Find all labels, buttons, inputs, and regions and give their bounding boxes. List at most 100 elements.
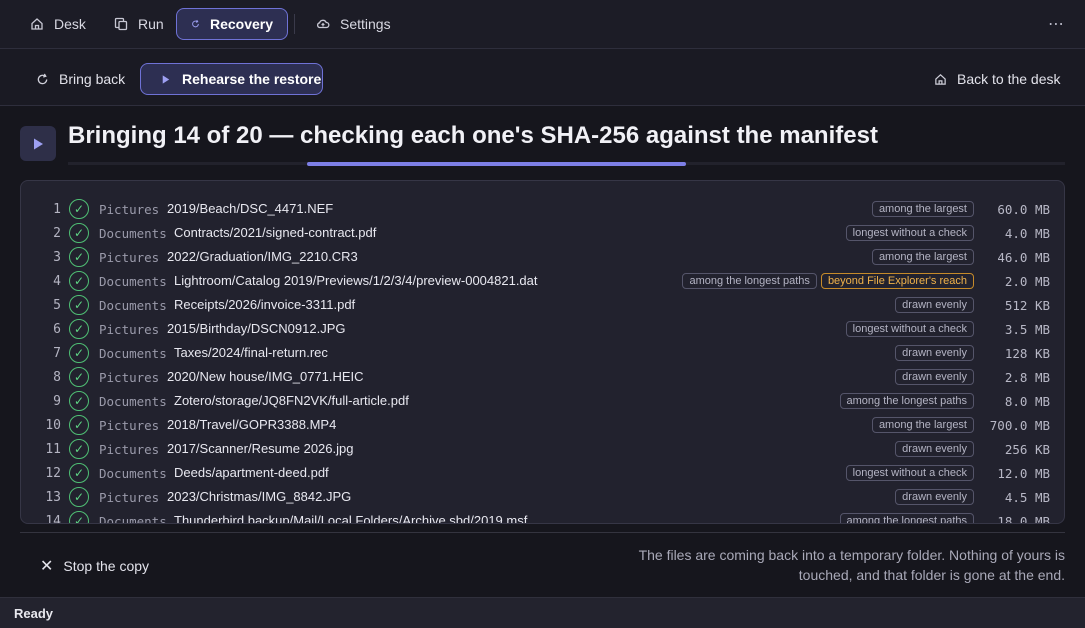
more-menu-icon[interactable]: ⋯: [1048, 14, 1065, 34]
check-icon: ✓: [69, 199, 89, 219]
play-icon: [162, 74, 170, 84]
reason-badge: drawn evenly: [895, 345, 974, 361]
file-row[interactable]: 1 ✓ Pictures 2019/Beach/DSC_4471.NEF among t…: [21, 197, 1064, 221]
file-path: 2017/Scanner/Resume 2026.jpg: [167, 441, 354, 456]
warning-badge: beyond File Explorer's reach: [820, 273, 974, 289]
tab-recovery[interactable]: Recovery: [176, 8, 288, 40]
status-bar: Ready: [0, 597, 1085, 628]
folder-name: Pictures: [99, 322, 160, 337]
file-row[interactable]: 4 ✓ Documents Lightroom/Catalog 2019/Previe…: [21, 269, 1064, 293]
folder-name: Documents: [99, 346, 167, 361]
folder-name: Pictures: [99, 202, 160, 217]
tab-run[interactable]: Run: [114, 8, 164, 40]
tag-group: drawn evenly: [895, 345, 974, 361]
check-icon: ✓: [69, 247, 89, 267]
reason-badge: longest without a check: [845, 225, 974, 241]
stop-copy-label: Stop the copy: [63, 558, 150, 574]
tab-settings[interactable]: Settings: [316, 8, 391, 40]
check-icon: ✓: [69, 367, 89, 387]
file-row[interactable]: 5 ✓ Documents Receipts/2026/invoice-3311.pd…: [21, 293, 1064, 317]
row-number: 10: [45, 418, 61, 433]
row-number: 11: [45, 442, 61, 457]
file-row[interactable]: 13 ✓ Pictures 2023/Christmas/IMG_8842.JPG dr…: [21, 485, 1064, 509]
file-size: 2.0 MB: [1004, 274, 1050, 289]
file-row[interactable]: 10 ✓ Pictures 2018/Travel/GOPR3388.MP4 among…: [21, 413, 1064, 437]
status-text: Ready: [14, 606, 54, 621]
tab-desk-label: Desk: [54, 16, 86, 32]
nav-divider: [294, 14, 295, 34]
tag-group: among the longest paths: [839, 513, 974, 523]
tag-group: among the largest: [871, 201, 974, 217]
reason-badge: among the largest: [871, 249, 974, 265]
file-path: Taxes/2024/final-return.rec: [174, 345, 328, 360]
file-size: 8.0 MB: [1004, 394, 1050, 409]
file-path: Deeds/apartment-deed.pdf: [174, 465, 329, 480]
reason-badge: longest without a check: [845, 465, 974, 481]
check-icon: ✓: [69, 223, 89, 243]
reason-badge: among the largest: [871, 201, 974, 217]
tag-group: among the longest paths: [839, 393, 974, 409]
footer-note: The files are coming back into a tempora…: [638, 547, 1065, 583]
file-row[interactable]: 11 ✓ Pictures 2017/Scanner/Resume 2026.jpg d…: [21, 437, 1064, 461]
file-size: 4.5 MB: [1004, 490, 1050, 505]
folder-name: Pictures: [99, 490, 160, 505]
close-icon: ✕: [40, 558, 54, 575]
reason-badge: drawn evenly: [895, 441, 974, 457]
bring-back-button[interactable]: Bring back: [36, 71, 125, 87]
file-path: Thunderbird backup/Mail/Local Folders/Ar…: [174, 513, 528, 524]
file-size: 4.0 MB: [1004, 226, 1050, 241]
row-number: 12: [45, 466, 61, 481]
tag-group: drawn evenly: [895, 297, 974, 313]
file-size: 3.5 MB: [1004, 322, 1050, 337]
folder-name: Pictures: [99, 250, 160, 265]
row-number: 8: [53, 370, 61, 385]
check-icon: ✓: [69, 415, 89, 435]
row-number: 7: [53, 346, 61, 361]
tab-run-label: Run: [138, 16, 164, 32]
tag-group: longest without a check: [845, 225, 974, 241]
reason-badge: drawn evenly: [895, 489, 974, 505]
check-icon: ✓: [69, 295, 89, 315]
file-size: 128 KB: [1004, 346, 1050, 361]
copy-icon: [114, 17, 128, 31]
file-path: 2019/Beach/DSC_4471.NEF: [167, 201, 334, 216]
reason-badge: among the longest paths: [839, 513, 974, 523]
file-row[interactable]: 14 ✓ Documents Thunderbird backup/Mail/Loca…: [21, 509, 1064, 524]
back-to-desk-button[interactable]: Back to the desk: [934, 71, 1061, 87]
reason-badge: among the largest: [871, 417, 974, 433]
file-row[interactable]: 8 ✓ Pictures 2020/New house/IMG_0771.HEIC dr…: [21, 365, 1064, 389]
file-path: 2022/Graduation/IMG_2210.CR3: [167, 249, 358, 264]
file-row[interactable]: 2 ✓ Documents Contracts/2021/signed-contrac…: [21, 221, 1064, 245]
file-path: Contracts/2021/signed-contract.pdf: [174, 225, 377, 240]
row-number: 9: [53, 394, 61, 409]
folder-name: Pictures: [99, 442, 160, 457]
file-path: Receipts/2026/invoice-3311.pdf: [174, 297, 356, 312]
footer-divider: [20, 532, 1065, 533]
rehearse-restore-label: Rehearse the restore: [182, 71, 322, 87]
file-row[interactable]: 3 ✓ Pictures 2022/Graduation/IMG_2210.CR3 am…: [21, 245, 1064, 269]
tag-group: among the largest: [871, 417, 974, 433]
progress-bar: [307, 162, 686, 166]
file-size: 256 KB: [1004, 442, 1050, 457]
file-list[interactable]: 1 ✓ Pictures 2019/Beach/DSC_4471.NEF among t…: [20, 180, 1065, 524]
file-row[interactable]: 9 ✓ Documents Zotero/storage/JQ8FN2VK/full-…: [21, 389, 1064, 413]
file-size: 512 KB: [1004, 298, 1050, 313]
stop-copy-button[interactable]: ✕ Stop the copy: [40, 556, 149, 576]
rehearse-restore-button[interactable]: Rehearse the restore: [140, 63, 323, 95]
row-number: 2: [53, 226, 61, 241]
tab-desk[interactable]: Desk: [30, 8, 86, 40]
folder-name: Documents: [99, 298, 167, 313]
tab-recovery-label: Recovery: [209, 16, 273, 32]
file-path: 2015/Birthday/DSCN0912.JPG: [167, 321, 346, 336]
reason-badge: among the longest paths: [839, 393, 974, 409]
row-number: 14: [45, 514, 61, 524]
file-size: 18.0 MB: [997, 514, 1050, 524]
check-icon: ✓: [69, 391, 89, 411]
tag-group: among the longest paths beyond File Explo…: [682, 273, 974, 289]
file-size: 46.0 MB: [997, 250, 1050, 265]
file-row[interactable]: 7 ✓ Documents Taxes/2024/final-return.rec dr…: [21, 341, 1064, 365]
tag-group: drawn evenly: [895, 369, 974, 385]
file-row[interactable]: 12 ✓ Documents Deeds/apartment-deed.pdf long…: [21, 461, 1064, 485]
check-icon: ✓: [69, 511, 89, 523]
file-row[interactable]: 6 ✓ Pictures 2015/Birthday/DSCN0912.JPG long…: [21, 317, 1064, 341]
